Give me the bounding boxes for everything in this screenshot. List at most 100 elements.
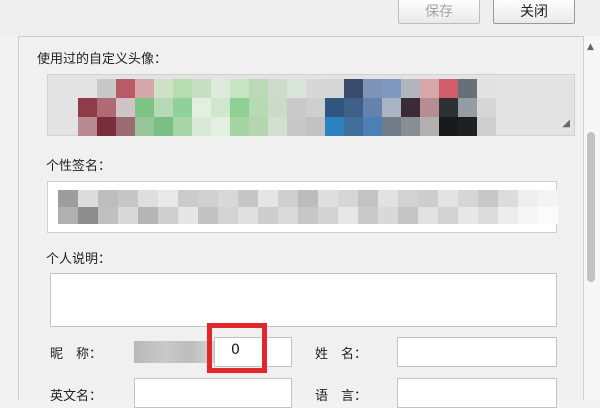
avatar-pixel xyxy=(401,98,420,117)
avatar-pixel xyxy=(230,79,249,98)
signature-pixel xyxy=(478,190,498,207)
signature-pixel xyxy=(538,207,558,224)
description-textarea[interactable] xyxy=(50,273,557,327)
avatar-pixel xyxy=(116,117,135,136)
avatar-pixel xyxy=(287,79,306,98)
signature-pixel xyxy=(138,207,158,224)
signature-pixel xyxy=(118,190,138,207)
avatar-thumbnails[interactable] xyxy=(78,79,496,136)
avatar-pixel xyxy=(420,117,439,136)
signature-pixel xyxy=(418,190,438,207)
avatar-pixel xyxy=(211,79,230,98)
avatar-pixel xyxy=(306,79,325,98)
avatar-pixel xyxy=(344,79,363,98)
avatar-pixel xyxy=(173,98,192,117)
avatar-pixel xyxy=(458,79,477,98)
avatar-pixel xyxy=(363,79,382,98)
avatar-pixel xyxy=(97,117,116,136)
signature-blurred-text xyxy=(58,190,558,224)
avatar-pixel xyxy=(477,98,496,117)
avatar-pixel xyxy=(325,79,344,98)
signature-pixel xyxy=(398,207,418,224)
avatar-pixel xyxy=(192,79,211,98)
name-label: 姓 名： xyxy=(315,347,368,362)
avatar-pixel xyxy=(230,117,249,136)
avatar-pixel xyxy=(97,79,116,98)
signature-pixel xyxy=(538,190,558,207)
avatar-pixel xyxy=(173,79,192,98)
avatar-pixel xyxy=(306,117,325,136)
avatar-pixel xyxy=(116,79,135,98)
english-name-input[interactable] xyxy=(134,378,292,408)
signature-pixel xyxy=(498,190,518,207)
signature-pixel xyxy=(518,207,538,224)
avatar-pixel xyxy=(192,98,211,117)
avatar-pixel xyxy=(135,117,154,136)
avatar-pixel xyxy=(344,98,363,117)
nickname-blurred-text xyxy=(134,341,214,363)
avatar-pixel xyxy=(401,117,420,136)
avatar-pixel xyxy=(154,98,173,117)
avatar-pixel xyxy=(382,117,401,136)
signature-pixel xyxy=(218,207,238,224)
avatar-pixel xyxy=(173,117,192,136)
avatar-pixel xyxy=(363,117,382,136)
avatar-pixel xyxy=(458,117,477,136)
signature-pixel xyxy=(198,190,218,207)
signature-pixel xyxy=(138,190,158,207)
chevron-down-icon[interactable]: ◢ xyxy=(562,118,570,129)
signature-pixel xyxy=(458,207,478,224)
avatar-pixel xyxy=(78,117,97,136)
signature-pixel xyxy=(178,207,198,224)
avatar-pixel xyxy=(477,79,496,98)
signature-pixel xyxy=(258,207,278,224)
signature-pixel xyxy=(238,190,258,207)
signature-pixel xyxy=(278,190,298,207)
avatar-pixel xyxy=(325,117,344,136)
signature-pixel xyxy=(218,190,238,207)
signature-pixel xyxy=(98,190,118,207)
language-label: 语 言： xyxy=(315,389,368,404)
signature-pixel xyxy=(398,190,418,207)
signature-pixel xyxy=(298,207,318,224)
signature-pixel xyxy=(478,207,498,224)
avatar-pixel xyxy=(477,117,496,136)
avatar-pixel xyxy=(230,98,249,117)
description-label: 个人说明： xyxy=(46,252,112,267)
avatar-pixel xyxy=(78,79,97,98)
language-select[interactable] xyxy=(397,378,557,408)
avatar-pixel xyxy=(211,117,230,136)
avatar-history-strip[interactable]: ◢ xyxy=(47,74,575,136)
signature-pixel xyxy=(78,190,98,207)
avatar-pixel xyxy=(439,98,458,117)
english-name-label: 英文名： xyxy=(50,389,103,404)
signature-pixel xyxy=(318,190,338,207)
avatar-pixel xyxy=(382,98,401,117)
avatar-pixel xyxy=(249,98,268,117)
scroll-up-icon[interactable]: ▲ xyxy=(587,42,594,52)
signature-pixel xyxy=(458,190,478,207)
avatar-pixel xyxy=(116,98,135,117)
avatar-pixel xyxy=(154,79,173,98)
scroll-thumb[interactable] xyxy=(587,132,595,282)
signature-pixel xyxy=(298,190,318,207)
avatar-pixel xyxy=(363,98,382,117)
signature-pixel xyxy=(438,190,458,207)
signature-pixel xyxy=(278,207,298,224)
signature-label: 个性签名： xyxy=(46,159,112,174)
avatar-pixel xyxy=(439,79,458,98)
signature-pixel xyxy=(78,207,98,224)
avatar-pixel xyxy=(249,79,268,98)
avatar-pixel xyxy=(420,79,439,98)
avatar-pixel xyxy=(135,98,154,117)
close-button[interactable]: 关闭 xyxy=(493,0,575,24)
signature-pixel xyxy=(518,190,538,207)
signature-input[interactable] xyxy=(47,181,558,233)
save-button[interactable]: 保存 xyxy=(398,0,480,24)
vertical-scrollbar[interactable]: ▲ xyxy=(584,36,600,400)
signature-pixel xyxy=(178,190,198,207)
name-input[interactable] xyxy=(397,337,557,367)
avatar-pixel xyxy=(211,98,230,117)
signature-pixel xyxy=(58,190,78,207)
avatar-pixel xyxy=(420,98,439,117)
